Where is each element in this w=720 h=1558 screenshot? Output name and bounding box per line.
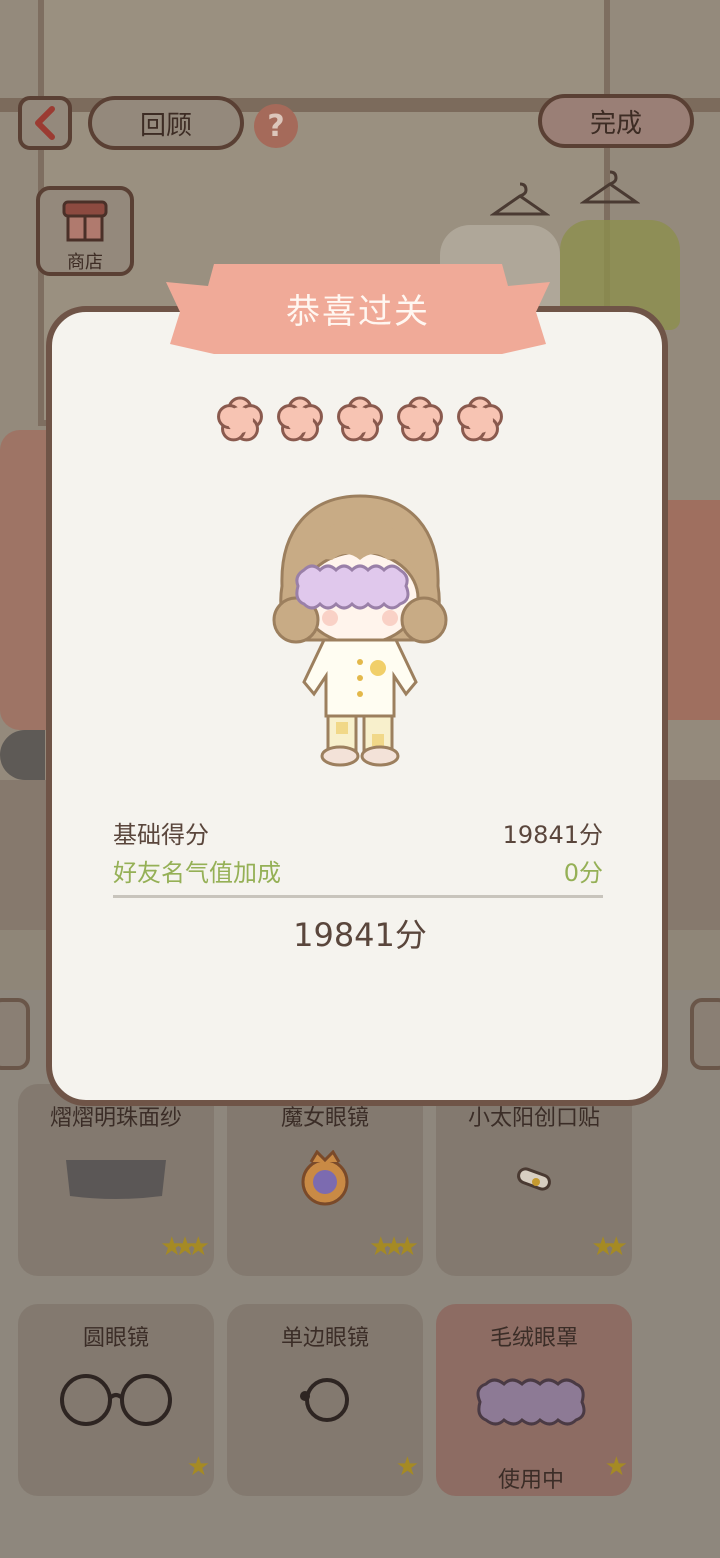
- hanger-icon: [490, 182, 550, 216]
- help-icon[interactable]: ?: [254, 104, 298, 148]
- shop-icon: [62, 200, 108, 242]
- witch-glasses-icon: [301, 1150, 349, 1206]
- veil-icon: [66, 1160, 166, 1199]
- bonus-score-row: 好友名气值加成 0分: [113, 853, 603, 888]
- rarity-stars: ★: [395, 1452, 420, 1482]
- rarity-stars: ★★: [591, 1232, 627, 1262]
- base-score-value: 19841分: [502, 821, 603, 849]
- hanging-dress-right: [660, 500, 720, 720]
- bonus-score-value: 0分: [563, 859, 603, 887]
- item-card[interactable]: 小太阳创口贴 ★★: [436, 1084, 632, 1276]
- back-button[interactable]: [18, 96, 72, 150]
- background-stool: [0, 730, 45, 780]
- item-label: 圆眼镜: [82, 1326, 149, 1351]
- review-button[interactable]: 回顾: [88, 96, 244, 150]
- rarity-stars: ★: [186, 1452, 211, 1482]
- item-card-selected[interactable]: 毛绒眼罩 使用中 ★: [436, 1304, 632, 1496]
- star-rating: [217, 396, 503, 442]
- plush-eyemask-icon: [476, 1378, 586, 1426]
- rarity-stars: ★★★: [369, 1232, 419, 1262]
- hanger-icon: [580, 170, 640, 204]
- side-tab-right[interactable]: [690, 998, 720, 1070]
- score-divider: [113, 895, 603, 898]
- rating-flower-icon: [217, 396, 263, 442]
- in-use-status: 使用中: [498, 1468, 565, 1493]
- rating-flower-icon: [397, 396, 443, 442]
- item-card[interactable]: 单边眼镜 ★: [227, 1304, 423, 1496]
- shop-button[interactable]: 商店: [36, 186, 134, 276]
- rating-flower-icon: [277, 396, 323, 442]
- total-score: 19841分: [293, 916, 427, 954]
- side-tab-left[interactable]: [0, 998, 30, 1070]
- chevron-left-icon: [35, 106, 55, 140]
- item-card[interactable]: 熠熠明珠面纱 ★★★: [18, 1084, 214, 1276]
- item-label: 单边眼镜: [280, 1326, 369, 1351]
- dialog-title: 恭喜过关: [286, 292, 430, 332]
- item-label: 毛绒眼罩: [489, 1326, 578, 1351]
- rarity-stars: ★★★: [160, 1232, 210, 1262]
- bonus-score-label: 好友名气值加成: [113, 859, 281, 887]
- rating-flower-icon: [457, 396, 503, 442]
- base-score-label: 基础得分: [113, 821, 209, 849]
- shop-label: 商店: [67, 252, 103, 273]
- base-score-row: 基础得分 19841分: [113, 815, 603, 850]
- item-card[interactable]: 魔女眼镜 ★★★: [227, 1084, 423, 1276]
- item-card[interactable]: 圆眼镜 ★: [18, 1304, 214, 1496]
- round-glasses-icon: [60, 1374, 172, 1426]
- done-button[interactable]: 完成: [538, 94, 694, 148]
- bandage-icon: [517, 1167, 551, 1191]
- rating-flower-icon: [337, 396, 383, 442]
- monocle-icon: [300, 1378, 349, 1422]
- character-avatar: [272, 494, 448, 767]
- rarity-stars: ★: [604, 1452, 629, 1482]
